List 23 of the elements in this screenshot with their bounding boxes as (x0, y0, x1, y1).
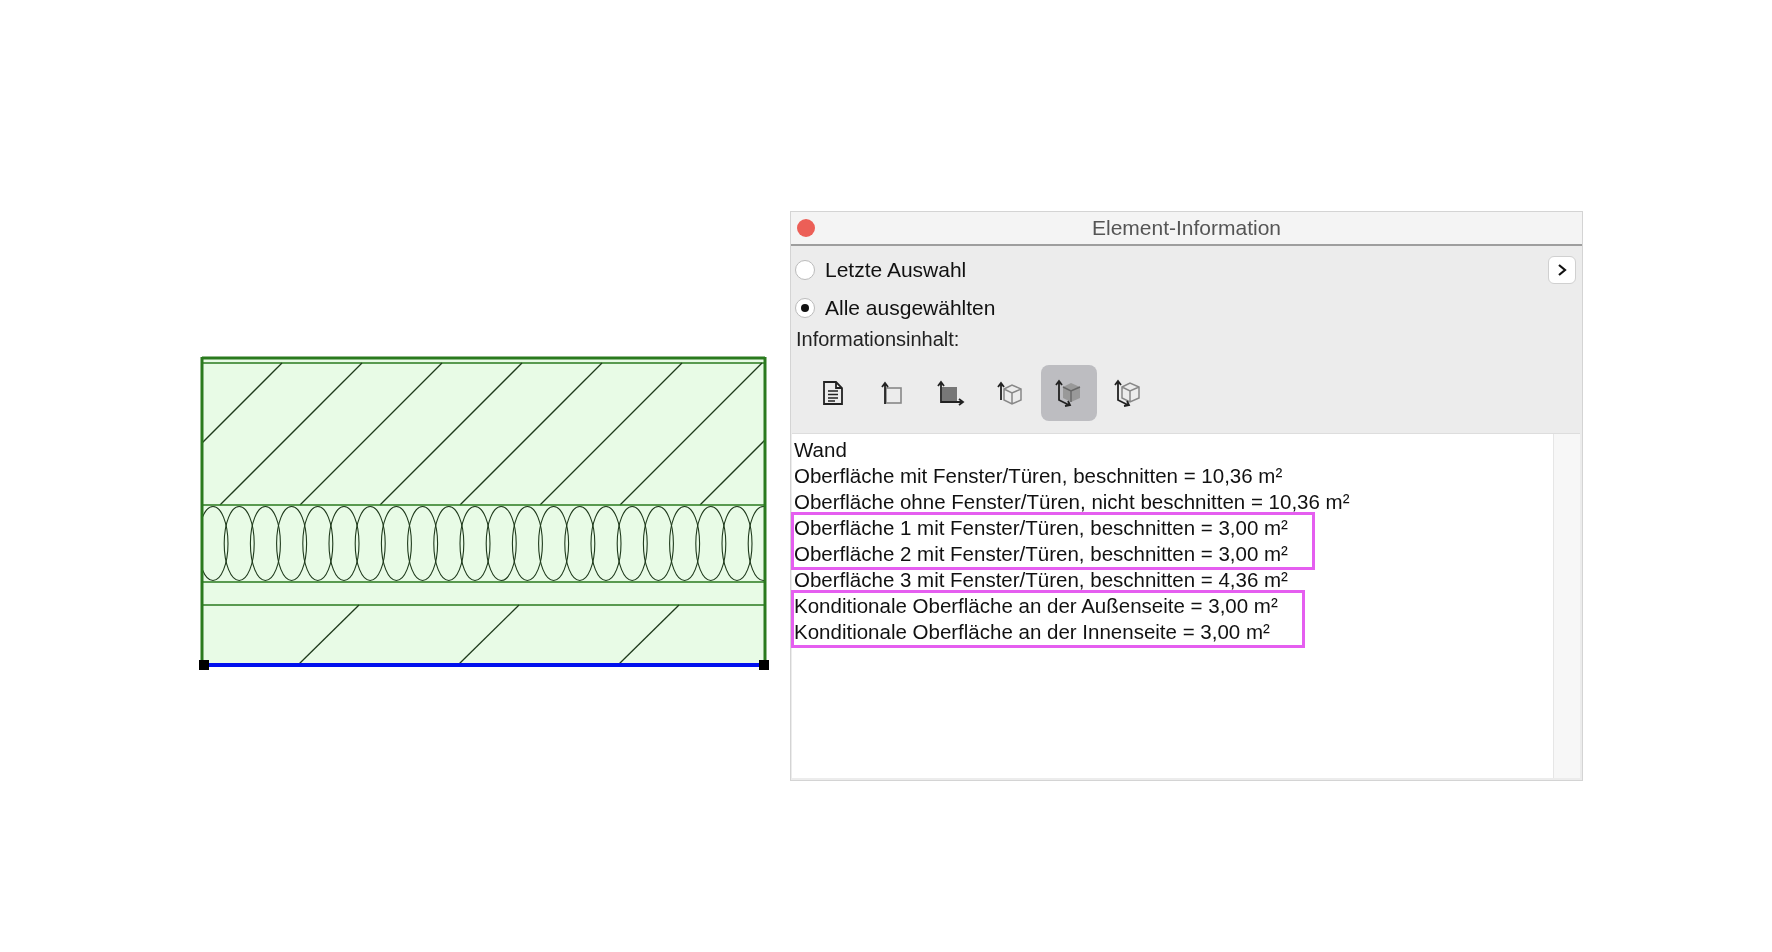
window-title: Element-Information (1091, 216, 1282, 240)
cube-axes-icon (1113, 378, 1143, 408)
info-line: Oberfläche mit Fenster/Türen, beschnitten = 10,36 m² (794, 463, 1284, 489)
info-line: Konditionale Oberfläche an der Innenseite = 3,00 m² (794, 619, 1271, 645)
face-axis-icon (880, 380, 904, 406)
radio-button[interactable] (795, 260, 815, 280)
info-line: Oberfläche 1 mit Fenster/Türen, beschnitten = 3,00 m² (794, 515, 1288, 541)
close-button[interactable] (797, 219, 815, 237)
info-line: Oberfläche 2 mit Fenster/Türen, beschnitten = 3,00 m² (794, 541, 1288, 567)
chevron-right-icon (1556, 263, 1568, 277)
expand-button[interactable] (1548, 256, 1576, 284)
cube-axis-icon (996, 380, 1024, 406)
toolbar-button[interactable] (1041, 365, 1097, 421)
radio-label[interactable]: Alle ausgewählten (825, 296, 996, 320)
document-icon (822, 380, 844, 406)
info-line: Wand (794, 437, 848, 463)
info-line: Oberfläche ohne Fenster/Türen, nicht beschnitten = 10,36 m² (794, 489, 1350, 515)
radio-label[interactable]: Letzte Auswahl (825, 258, 967, 282)
info-line: Konditionale Oberfläche an der Außenseite = 3,00 m² (794, 593, 1278, 619)
info-line: Oberfläche 3 mit Fenster/Türen, beschnitten = 4,36 m² (794, 567, 1288, 593)
filled-face-axes-icon (936, 379, 966, 407)
section-label: Informationsinhalt: (795, 327, 961, 351)
radio-button[interactable] (795, 298, 815, 318)
